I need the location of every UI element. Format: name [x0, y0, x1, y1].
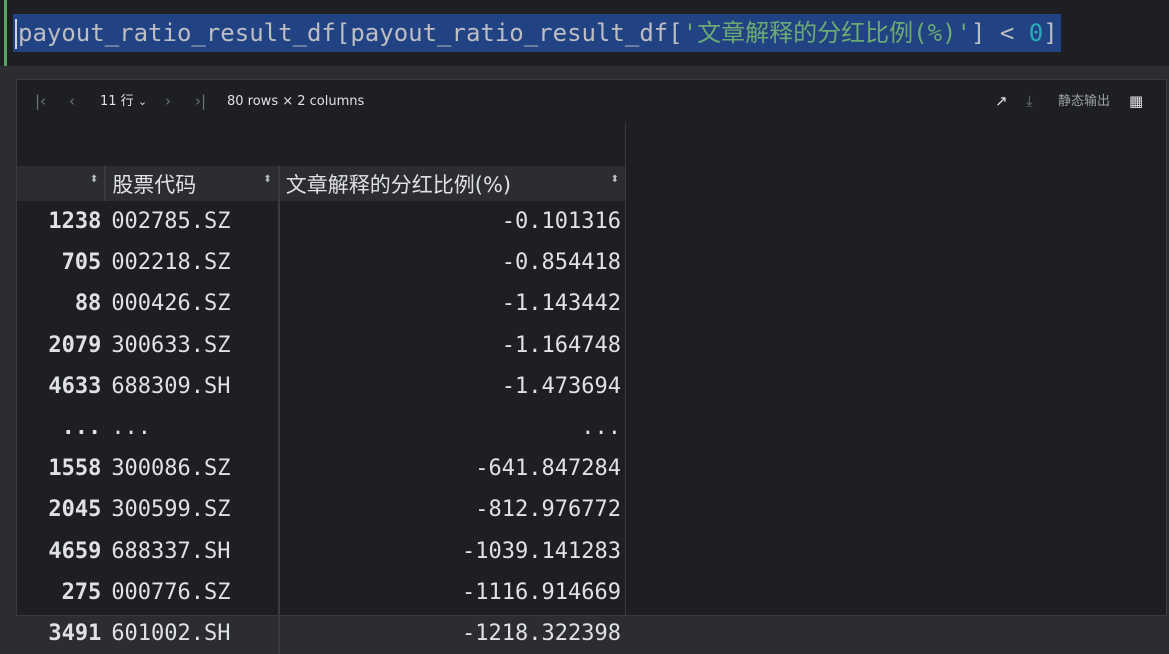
- stock-code-cell: 688309.SH: [105, 365, 280, 407]
- code-bracket: ]: [1043, 19, 1058, 47]
- table-container: ⬍ 股票代码 ⬍ 文章解释的分红比例(%) ⬍ 1238 002785.SZ -0.10…: [17, 123, 626, 654]
- next-page-icon[interactable]: ›: [165, 80, 171, 123]
- column-header-label: 股票代码: [112, 172, 197, 197]
- open-in-editor-icon[interactable]: ↗: [995, 80, 1008, 123]
- row-index: 88: [74, 291, 102, 317]
- value-cell: -812.976772: [475, 497, 621, 523]
- row-index: 705: [61, 250, 102, 276]
- table-row[interactable]: 4659 688337.SH -1039.141283: [17, 530, 625, 572]
- row-index: ...: [61, 415, 102, 441]
- code-cell[interactable]: payout_ratio_result_df[payout_ratio_resu…: [0, 0, 1169, 66]
- table-row[interactable]: 3491 601002.SH -1218.322398: [17, 612, 625, 654]
- value-cell: -1.143442: [501, 291, 621, 317]
- value-cell: ...: [581, 415, 621, 441]
- stock-code-cell: 601002.SH: [105, 612, 280, 654]
- table-row[interactable]: 705 002218.SZ -0.854418: [17, 242, 625, 284]
- table-view-icon[interactable]: ▦: [1129, 80, 1143, 123]
- stock-code-cell: 300599.SZ: [105, 489, 280, 531]
- value-cell: -0.101316: [501, 209, 621, 235]
- column-header-stock-code[interactable]: 股票代码 ⬍: [105, 166, 280, 201]
- sort-icon[interactable]: ⬍: [611, 174, 619, 185]
- stock-code-cell: ...: [105, 406, 280, 449]
- table-row[interactable]: 88 000426.SZ -1.143442: [17, 283, 625, 325]
- value-cell: -0.854418: [501, 250, 621, 276]
- last-page-icon[interactable]: ›|: [195, 80, 206, 123]
- table-row[interactable]: 2045 300599.SZ -812.976772: [17, 489, 625, 531]
- value-cell: -1116.914669: [462, 579, 621, 605]
- code-operator: <: [985, 19, 1029, 47]
- text-caret: [15, 19, 17, 49]
- row-index: 2045: [48, 497, 102, 523]
- data-table: ⬍ 股票代码 ⬍ 文章解释的分红比例(%) ⬍ 1238 002785.SZ -0.10…: [17, 166, 625, 654]
- sort-icon[interactable]: ⬍: [263, 174, 271, 185]
- stock-code-cell: 002218.SZ: [105, 242, 280, 284]
- value-cell: -1.473694: [501, 373, 621, 399]
- code-bracket: ]: [970, 19, 986, 47]
- download-icon[interactable]: ⤓: [1026, 80, 1033, 123]
- chevron-down-icon: ⌄: [137, 95, 148, 108]
- stock-code-cell: 000426.SZ: [105, 283, 280, 325]
- row-index: 4633: [48, 373, 102, 399]
- output-panel: |‹ ‹ 11 行 ⌄ › ›| 80 rows × 2 columns ↗ ⤓…: [16, 79, 1167, 654]
- stock-code-cell: 300633.SZ: [105, 324, 280, 366]
- code-bracket: [: [668, 19, 683, 47]
- row-index: 275: [61, 579, 102, 605]
- code-var: payout_ratio_result_df: [350, 19, 669, 47]
- index-header[interactable]: ⬍: [17, 166, 107, 201]
- column-header-label: 文章解释的分红比例(%): [285, 172, 512, 197]
- row-index: 2079: [48, 332, 102, 358]
- value-cell: -641.847284: [475, 456, 621, 482]
- cell-status-bar: [4, 0, 7, 66]
- table-row[interactable]: 275 000776.SZ -1116.914669: [17, 571, 625, 613]
- code-line[interactable]: payout_ratio_result_df[payout_ratio_resu…: [13, 14, 1061, 52]
- table-row[interactable]: 1238 002785.SZ -0.101316: [17, 201, 625, 243]
- row-index: 3491: [48, 620, 102, 646]
- row-index: 1558: [48, 456, 102, 482]
- value-cell: -1039.141283: [462, 538, 621, 564]
- value-cell: -1218.322398: [462, 620, 621, 646]
- table-row[interactable]: 2079 300633.SZ -1.164748: [17, 324, 625, 366]
- table-row-ellipsis: .........: [17, 406, 625, 449]
- column-header-payout-ratio[interactable]: 文章解释的分红比例(%) ⬍: [278, 166, 625, 201]
- first-page-icon[interactable]: |‹: [35, 80, 46, 123]
- rows-per-page-select[interactable]: 11 行 ⌄: [100, 80, 147, 123]
- stock-code-cell: 002785.SZ: [105, 201, 280, 243]
- code-var: payout_ratio_result_df: [18, 19, 336, 47]
- code-bracket: [: [335, 19, 351, 47]
- table-row[interactable]: 1558 300086.SZ -641.847284: [17, 448, 625, 490]
- prev-page-icon[interactable]: ‹: [69, 80, 75, 123]
- stock-code-cell: 300086.SZ: [105, 448, 280, 490]
- sort-icon[interactable]: ⬍: [90, 174, 98, 185]
- static-output-button[interactable]: 静态输出: [1058, 80, 1110, 123]
- shape-info: 80 rows × 2 columns: [227, 94, 365, 109]
- row-index: 4659: [48, 538, 102, 564]
- code-number: 0: [1028, 19, 1044, 47]
- stock-code-cell: 000776.SZ: [105, 571, 280, 613]
- table-row[interactable]: 4633 688309.SH -1.473694: [17, 365, 625, 407]
- code-string: '文章解释的分红比例(%)': [682, 19, 971, 47]
- output-toolbar: |‹ ‹ 11 行 ⌄ › ›| 80 rows × 2 columns ↗ ⤓…: [17, 80, 1166, 123]
- stock-code-cell: 688337.SH: [105, 530, 280, 572]
- value-cell: -1.164748: [501, 332, 621, 358]
- rows-per-page-label: 11 行: [100, 94, 134, 109]
- row-index: 1238: [48, 209, 102, 235]
